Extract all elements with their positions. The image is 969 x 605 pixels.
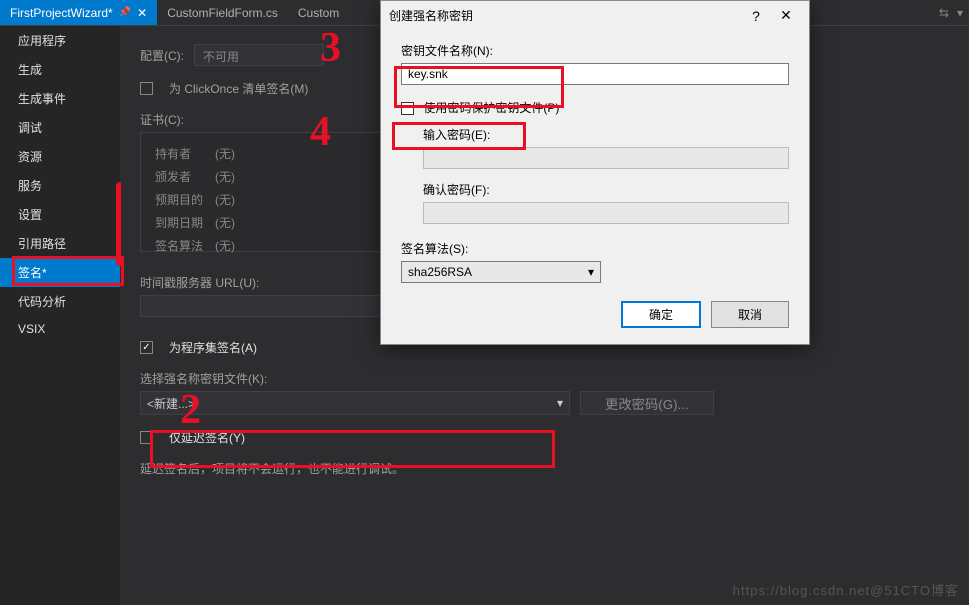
watermark: https://blog.csdn.net@51CTO博客 bbox=[733, 580, 959, 599]
clickonce-sign-label: 为 ClickOnce 清单签名(M) bbox=[169, 80, 308, 97]
sidebar-item-label: 资源 bbox=[18, 150, 42, 164]
sidebar-item-reference-paths[interactable]: 引用路径 bbox=[0, 229, 120, 258]
cert-holder-key: 持有者 bbox=[155, 143, 213, 164]
key-file-name-label: 密钥文件名称(N): bbox=[401, 42, 789, 59]
sidebar-item-signing[interactable]: 签名* bbox=[0, 258, 120, 287]
config-value: 不可用 bbox=[203, 50, 239, 64]
dialog-title-text: 创建强名称密钥 bbox=[389, 7, 473, 24]
chevron-down-icon: ▾ bbox=[588, 265, 594, 279]
confirm-password-label: 确认密码(F): bbox=[423, 181, 789, 198]
close-icon[interactable]: ✕ bbox=[137, 6, 147, 20]
sidebar-item-debug[interactable]: 调试 bbox=[0, 113, 120, 142]
overflow-icon[interactable]: ⇆ bbox=[939, 6, 949, 20]
confirm-password-input bbox=[423, 202, 789, 224]
dropdown-icon[interactable]: ▾ bbox=[957, 6, 963, 20]
tab-first-project-wizard[interactable]: FirstProjectWizard* 📌 ✕ bbox=[0, 0, 157, 25]
project-properties-sidebar: 应用程序 生成 生成事件 调试 资源 服务 设置 引用路径 签名* 代码分析 V… bbox=[0, 26, 120, 605]
cert-purpose-key: 预期目的 bbox=[155, 189, 213, 210]
tab-label: CustomFieldForm.cs bbox=[167, 6, 278, 20]
tab-custom-field-form[interactable]: CustomFieldForm.cs bbox=[157, 0, 288, 25]
cert-holder-val: (无) bbox=[215, 143, 245, 164]
sidebar-item-label: 服务 bbox=[18, 179, 42, 193]
ok-button[interactable]: 确定 bbox=[621, 301, 701, 328]
cert-issuer-val: (无) bbox=[215, 166, 245, 187]
sidebar-item-vsix[interactable]: VSIX bbox=[0, 316, 120, 342]
pin-icon[interactable]: 📌 bbox=[119, 7, 131, 18]
enter-password-input bbox=[423, 147, 789, 169]
config-combo: 不可用 bbox=[194, 44, 324, 66]
cert-expiry-val: (无) bbox=[215, 212, 245, 233]
tabs-overflow: ⇆ ▾ bbox=[939, 0, 969, 25]
sidebar-item-label: 签名* bbox=[18, 266, 47, 280]
sidebar-item-label: VSIX bbox=[18, 322, 45, 336]
config-label: 配置(C): bbox=[140, 47, 184, 64]
sign-assembly-label: 为程序集签名(A) bbox=[169, 339, 257, 356]
key-file-select[interactable]: <新建...> ▾ bbox=[140, 391, 570, 415]
sidebar-item-build[interactable]: 生成 bbox=[0, 55, 120, 84]
cancel-button[interactable]: 取消 bbox=[711, 301, 789, 328]
sidebar-item-code-analysis[interactable]: 代码分析 bbox=[0, 287, 120, 316]
key-file-name-input[interactable] bbox=[401, 63, 789, 85]
help-icon[interactable]: ? bbox=[741, 8, 771, 24]
cert-issuer-key: 颁发者 bbox=[155, 166, 213, 187]
sidebar-item-label: 生成事件 bbox=[18, 92, 66, 106]
sidebar-item-application[interactable]: 应用程序 bbox=[0, 26, 120, 55]
sidebar-item-label: 代码分析 bbox=[18, 295, 66, 309]
clickonce-sign-checkbox[interactable] bbox=[140, 82, 153, 95]
protect-with-password-checkbox[interactable] bbox=[401, 102, 414, 115]
sign-assembly-checkbox[interactable] bbox=[140, 341, 153, 354]
tab-label: Custom bbox=[298, 6, 339, 20]
create-strong-name-key-dialog: 创建强名称密钥 ? ✕ 密钥文件名称(N): 使用密码保护密钥文件(P) 输入密… bbox=[380, 0, 810, 345]
signature-algorithm-value: sha256RSA bbox=[408, 265, 472, 279]
cert-purpose-val: (无) bbox=[215, 189, 245, 210]
sidebar-item-resources[interactable]: 资源 bbox=[0, 142, 120, 171]
sidebar-item-label: 引用路径 bbox=[18, 237, 66, 251]
dialog-titlebar: 创建强名称密钥 ? ✕ bbox=[381, 1, 809, 30]
sidebar-item-build-events[interactable]: 生成事件 bbox=[0, 84, 120, 113]
signature-algorithm-select[interactable]: sha256RSA ▾ bbox=[401, 261, 601, 283]
delay-sign-checkbox[interactable] bbox=[140, 431, 153, 444]
protect-with-password-label: 使用密码保护密钥文件(P) bbox=[423, 101, 559, 115]
sidebar-item-label: 生成 bbox=[18, 63, 42, 77]
sidebar-item-label: 调试 bbox=[18, 121, 42, 135]
signature-algorithm-label: 签名算法(S): bbox=[401, 240, 789, 257]
delay-sign-hint: 延迟签名后，项目将不会运行，也不能进行调试。 bbox=[140, 460, 949, 477]
tab-label: FirstProjectWizard* bbox=[10, 6, 113, 20]
sidebar-item-services[interactable]: 服务 bbox=[0, 171, 120, 200]
sidebar-item-settings[interactable]: 设置 bbox=[0, 200, 120, 229]
close-icon[interactable]: ✕ bbox=[771, 7, 801, 24]
choose-key-label: 选择强名称密钥文件(K): bbox=[140, 370, 949, 387]
delay-sign-label: 仅延迟签名(Y) bbox=[169, 429, 245, 446]
key-file-value: <新建...> bbox=[147, 395, 195, 412]
cert-expiry-key: 到期日期 bbox=[155, 212, 213, 233]
chevron-down-icon: ▾ bbox=[557, 396, 563, 410]
sidebar-item-label: 应用程序 bbox=[18, 34, 66, 48]
enter-password-label: 输入密码(E): bbox=[423, 126, 789, 143]
tab-custom[interactable]: Custom bbox=[288, 0, 349, 25]
sidebar-item-label: 设置 bbox=[18, 208, 42, 222]
change-password-button: 更改密码(G)... bbox=[580, 391, 714, 415]
